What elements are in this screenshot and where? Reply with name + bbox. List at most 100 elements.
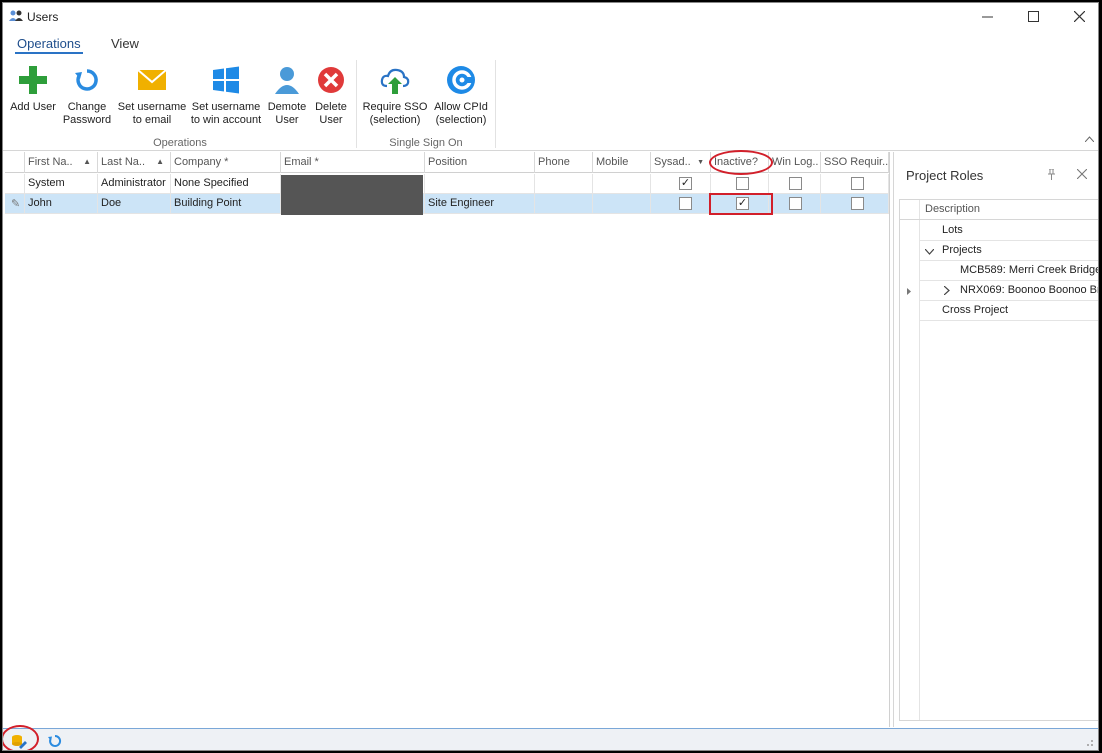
change-password-label-1: Change	[67, 101, 107, 113]
tree-item-nrx069[interactable]: NRX069: Boonoo Boonoo Br..	[920, 281, 1099, 301]
title-bar: Users	[3, 3, 1098, 30]
cell-phone[interactable]	[535, 174, 593, 194]
cell-last-name[interactable]: Doe	[98, 194, 171, 214]
allow-cpid-button[interactable]: Allow CPId (selection)	[431, 60, 491, 127]
sso-required-checkbox[interactable]	[851, 177, 864, 190]
column-position[interactable]: Position	[425, 152, 535, 173]
row-indicator-header	[5, 152, 25, 173]
refresh-icon	[71, 64, 103, 96]
cell-sso-required	[821, 194, 889, 214]
cell-sysadmin	[651, 194, 711, 214]
ribbon-separator	[356, 60, 357, 148]
column-first-name[interactable]: First Na.. ▲	[25, 152, 98, 173]
cell-position[interactable]: Site Engineer	[425, 194, 535, 214]
tree-item-cross-project[interactable]: Cross Project	[920, 301, 1098, 321]
cell-win-login	[769, 174, 821, 194]
maximize-button[interactable]	[1010, 3, 1056, 30]
panel-close-icon[interactable]	[1076, 167, 1088, 182]
column-phone[interactable]: Phone	[535, 152, 593, 173]
pin-icon[interactable]	[1047, 168, 1056, 183]
ribbon: Add User Change Password Set username to…	[3, 58, 1098, 151]
cloud-upload-icon	[379, 64, 411, 96]
panel-header: Project Roles	[894, 152, 1098, 196]
add-user-label: Add User	[10, 101, 56, 113]
tree-item-label: Cross Project	[942, 304, 1009, 316]
require-sso-label-2: (selection)	[369, 114, 421, 126]
tree-item-mcb589[interactable]: MCB589: Merri Creek Bridge	[920, 261, 1098, 281]
row-indicator: ✎	[5, 194, 25, 214]
status-bar	[3, 728, 1098, 750]
tab-operations[interactable]: Operations	[15, 36, 83, 54]
column-mobile[interactable]: Mobile	[593, 152, 651, 173]
column-last-name-label: Last Na..	[101, 156, 146, 168]
chevron-right-icon[interactable]	[943, 284, 950, 298]
set-username-win-button[interactable]: Set username to win account	[189, 60, 263, 127]
win-login-checkbox[interactable]	[789, 177, 802, 190]
sysadmin-checkbox[interactable]: ✓	[679, 177, 692, 190]
column-company[interactable]: Company *	[171, 152, 281, 173]
cell-mobile[interactable]	[593, 174, 651, 194]
cell-company[interactable]: None Specified	[171, 174, 281, 194]
set-username-email-label-1: Set username	[117, 101, 187, 113]
annotation-ellipse-status-icon	[3, 725, 39, 750]
column-sso-required[interactable]: SSO Requir..	[821, 152, 889, 173]
cell-first-name[interactable]: System	[25, 174, 98, 194]
plus-icon	[17, 64, 49, 96]
row-indicator	[5, 174, 25, 194]
table-row[interactable]: System Administrator None Specified ✓	[5, 174, 889, 194]
ribbon-separator	[495, 60, 496, 148]
users-grid: First Na.. ▲ Last Na.. ▲ Company * Email…	[5, 150, 890, 727]
sso-required-checkbox[interactable]	[851, 197, 864, 210]
tree-item-label: NRX069: Boonoo Boonoo Br..	[960, 284, 1099, 296]
set-username-win-label-2: to win account	[190, 114, 262, 126]
user-icon	[271, 64, 303, 96]
win-login-checkbox[interactable]	[789, 197, 802, 210]
cell-first-name[interactable]: John	[25, 194, 98, 214]
project-roles-panel: Project Roles Description Lots Projects	[893, 152, 1099, 727]
close-button[interactable]	[1056, 3, 1098, 30]
set-username-email-button[interactable]: Set username to email	[117, 60, 187, 127]
column-win-login[interactable]: Win Log..	[769, 152, 821, 173]
column-description[interactable]: Description	[925, 203, 980, 215]
column-last-name[interactable]: Last Na.. ▲	[98, 152, 171, 173]
tree-item-projects[interactable]: Projects	[920, 241, 1098, 261]
require-sso-label-1: Require SSO	[362, 101, 428, 113]
add-user-button[interactable]: Add User	[7, 60, 59, 114]
allow-cpid-label-1: Allow CPId	[434, 101, 488, 113]
tab-view[interactable]: View	[111, 36, 139, 51]
cell-inactive	[711, 174, 769, 194]
require-sso-button[interactable]: Require SSO (selection)	[361, 60, 429, 127]
chevron-up-icon[interactable]	[1084, 134, 1095, 145]
set-username-email-label-2: to email	[132, 114, 172, 126]
column-sysadmin[interactable]: Sysad.. ▼	[651, 152, 711, 173]
demote-user-button[interactable]: Demote User	[265, 60, 309, 127]
cell-sso-required	[821, 174, 889, 194]
project-roles-tree: Description Lots Projects MCB589: Merri …	[899, 199, 1099, 721]
cpid-icon	[445, 64, 477, 96]
cell-phone[interactable]	[535, 194, 593, 214]
resize-grip-icon[interactable]	[1084, 737, 1094, 750]
refresh-icon[interactable]	[47, 733, 63, 750]
inactive-checkbox[interactable]	[736, 177, 749, 190]
chevron-down-icon[interactable]	[924, 244, 935, 258]
change-password-button[interactable]: Change Password	[59, 60, 115, 127]
cell-last-name[interactable]: Administrator	[98, 174, 171, 194]
delete-user-button[interactable]: Delete User	[309, 60, 353, 127]
delete-user-label-1: Delete	[315, 101, 347, 113]
delete-icon	[315, 64, 347, 96]
demote-user-label-2: User	[275, 114, 299, 126]
column-first-name-label: First Na..	[28, 156, 73, 168]
change-password-label-2: Password	[62, 114, 112, 126]
tree-header: Description	[900, 200, 1098, 220]
cell-position[interactable]	[425, 174, 535, 194]
redacted-email	[281, 175, 423, 215]
tree-item-lots[interactable]: Lots	[920, 221, 1098, 241]
column-email[interactable]: Email *	[281, 152, 425, 173]
minimize-button[interactable]	[964, 3, 1010, 30]
cell-mobile[interactable]	[593, 194, 651, 214]
users-window: Users Operations View Add User Change Pa	[2, 2, 1099, 751]
annotation-ellipse-inactive-header	[709, 150, 773, 175]
sysadmin-checkbox[interactable]	[679, 197, 692, 210]
cell-company[interactable]: Building Point	[171, 194, 281, 214]
pencil-icon: ✎	[11, 198, 21, 210]
